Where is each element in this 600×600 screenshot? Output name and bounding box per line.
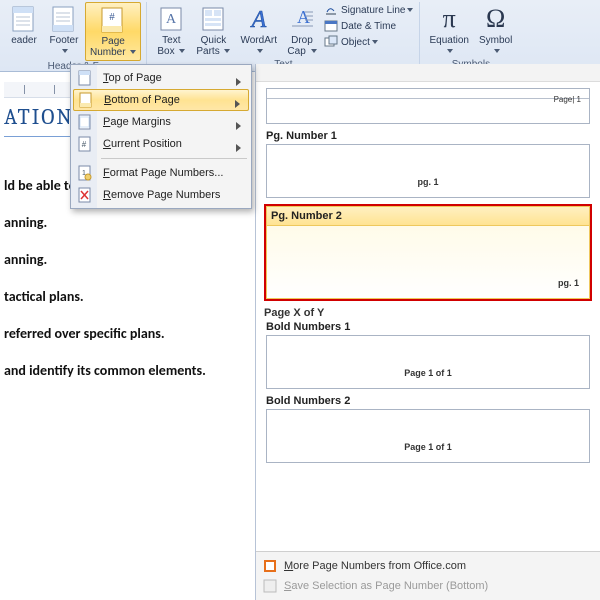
page-bottom-icon	[78, 92, 94, 108]
page-margins-icon	[77, 114, 93, 130]
symbol-icon: Ω	[481, 4, 511, 34]
menu-page-margins[interactable]: Page Margins	[73, 111, 249, 133]
svg-text:#: #	[82, 140, 87, 149]
page-number-menu: TTop of Pageop of Page Bottom of Page Pa…	[70, 64, 252, 209]
text-mini-list: Signature Line Date & Time Object	[322, 2, 416, 59]
gallery-item-bold1[interactable]: Bold Numbers 1 Page 1 of 1	[266, 321, 590, 389]
svg-text:A: A	[166, 12, 177, 27]
textbox-icon: A	[156, 4, 186, 34]
svg-text:A: A	[249, 7, 266, 33]
dropcap-button[interactable]: A DropCap	[283, 2, 321, 59]
menu-remove-page-numbers[interactable]: Remove Page Numbers	[73, 184, 249, 206]
current-position-icon: #	[77, 136, 93, 152]
doc-line: tactical plans.	[4, 288, 247, 305]
footer-icon	[49, 4, 79, 34]
signature-line-button[interactable]: Signature Line	[322, 2, 416, 18]
office-icon	[262, 558, 278, 574]
header-button[interactable]: eader	[5, 2, 43, 61]
format-icon: 1	[77, 165, 93, 181]
doc-line: referred over specific plans.	[4, 325, 247, 342]
ribbon: eader Footer # PageNumber Header & F A T…	[0, 0, 600, 72]
menu-current-position[interactable]: # Current Position	[73, 133, 249, 155]
gallery-item-pgnum1[interactable]: Pg. Number 1 pg. 1	[266, 130, 590, 198]
doc-line: anning.	[4, 251, 247, 268]
page-top-icon	[77, 70, 93, 86]
page-number-icon: #	[98, 5, 128, 35]
date-time-button[interactable]: Date & Time	[322, 18, 416, 34]
save-selection: Save Selection as Page Number (Bottom)	[262, 576, 594, 596]
gallery-item-bold2[interactable]: Bold Numbers 2 Page 1 of 1	[266, 395, 590, 463]
doc-line: anning.	[4, 214, 247, 231]
textbox-button[interactable]: A TextBox	[152, 2, 190, 59]
quickparts-icon	[198, 4, 228, 34]
gallery-item-pgnum2-selected[interactable]: Pg. Number 2 pg. 1	[264, 204, 592, 301]
quickparts-button[interactable]: QuickParts	[192, 2, 234, 59]
menu-format-page-numbers[interactable]: 1 Format Page Numbers...	[73, 162, 249, 184]
footer-label: Footer	[50, 35, 79, 57]
gallery-section-pagexofy: Page X of Y	[264, 307, 594, 319]
save-selection-icon	[262, 578, 278, 594]
menu-bottom-of-page[interactable]: Bottom of Page	[73, 89, 249, 111]
wordart-icon: A	[244, 4, 274, 34]
more-page-numbers[interactable]: More Page Numbers from Office.com	[262, 556, 594, 576]
text-group: A TextBox QuickParts A WordArt A DropCap…	[147, 2, 420, 71]
equation-icon: π	[434, 4, 464, 34]
svg-text:#: #	[109, 11, 115, 23]
remove-icon	[77, 187, 93, 203]
equation-button[interactable]: π Equation	[425, 2, 472, 59]
wordart-button[interactable]: A WordArt	[236, 2, 281, 59]
header-icon	[9, 4, 39, 34]
svg-text:A: A	[297, 7, 310, 27]
object-button[interactable]: Object	[322, 34, 416, 50]
header-footer-group: eader Footer # PageNumber Header & F	[0, 2, 147, 71]
dropcap-icon: A	[287, 4, 317, 34]
gallery-footer: More Page Numbers from Office.com Save S…	[256, 551, 600, 600]
page-number-label: PageNumber	[90, 36, 136, 58]
header-label: eader	[11, 35, 37, 46]
menu-top-of-page[interactable]: TTop of Pageop of Page	[73, 67, 249, 89]
page-number-button[interactable]: # PageNumber	[85, 2, 141, 61]
footer-button[interactable]: Footer	[45, 2, 83, 61]
gallery-item-page1[interactable]: Page| 1	[266, 88, 590, 124]
symbol-button[interactable]: Ω Symbol	[475, 2, 516, 59]
doc-line: and identify its common elements.	[4, 362, 247, 379]
symbols-group: π Equation Ω Symbol Symbols	[420, 2, 521, 71]
page-number-gallery: Page| 1 Pg. Number 1 pg. 1 Pg. Number 2 …	[255, 64, 600, 600]
